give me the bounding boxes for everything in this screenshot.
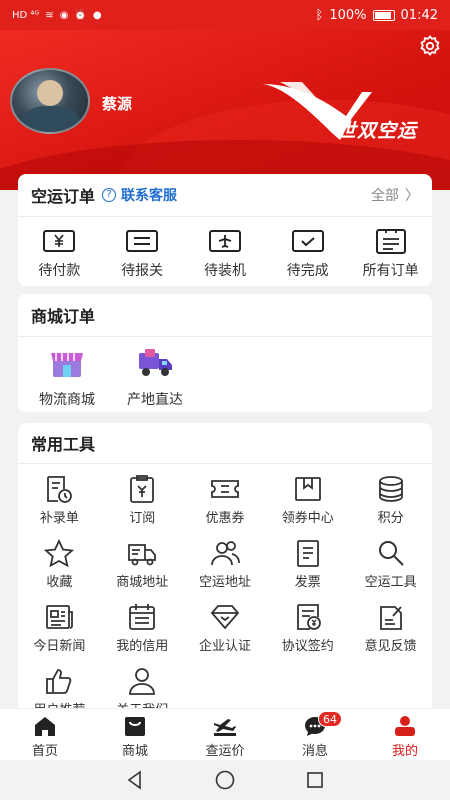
store-icon xyxy=(51,353,83,377)
status-icons-right: ᛒ 100% 01:42 xyxy=(316,8,438,23)
mall-orders-card: 商城订单 物流商城 产地直达 xyxy=(18,294,432,412)
truck-outline-icon xyxy=(128,544,157,566)
eye-icon: ◉ xyxy=(59,9,69,21)
tool-air-address[interactable]: 空运地址 xyxy=(184,538,267,602)
profile-icon xyxy=(395,716,415,736)
tools-grid: 补录单 订阅 优惠券 领券中心 积分 收藏 商城地址 空运地址 发票 空运工具 … xyxy=(18,464,432,730)
people-icon xyxy=(211,541,240,566)
form-clock-icon xyxy=(47,476,73,503)
tool-feedback[interactable]: 意见反馈 xyxy=(349,602,432,666)
check-box-icon xyxy=(291,230,324,252)
chevron-right-icon: 〉 xyxy=(405,188,419,204)
message-icon: ● xyxy=(92,9,102,21)
contract-icon xyxy=(296,604,321,630)
truck-icon xyxy=(139,349,172,376)
tab-mall[interactable]: 商城 xyxy=(90,709,180,760)
tools-card: 常用工具 补录单 订阅 优惠券 领券中心 积分 收藏 商城地址 空运地址 发票 … xyxy=(18,423,432,723)
thumbs-up-icon xyxy=(46,669,72,694)
diamond-icon xyxy=(210,605,240,630)
tab-messages[interactable]: 64 消息 xyxy=(270,709,360,760)
order-pending-complete[interactable]: 待完成 xyxy=(266,227,349,280)
battery-icon xyxy=(372,9,395,21)
air-orders-card: 空运订单 ? 联系客服 全部〉 待付款 待报关 待装机 待完成 所有订单 xyxy=(18,174,432,286)
tool-supplement-order[interactable]: 补录单 xyxy=(18,474,101,538)
back-triangle-icon[interactable] xyxy=(124,769,146,791)
system-nav-bar xyxy=(0,760,450,800)
tool-coupon[interactable]: 优惠券 xyxy=(184,474,267,538)
contact-service-link[interactable]: 联系客服 xyxy=(121,185,177,205)
wifi-icon: ≋ xyxy=(45,9,54,21)
home-icon xyxy=(35,717,55,736)
tool-my-credit[interactable]: 我的信用 xyxy=(101,602,184,666)
tab-freight-rates[interactable]: 查运价 xyxy=(180,709,270,760)
clock-time: 01:42 xyxy=(400,7,438,23)
message-badge: 64 xyxy=(318,711,342,727)
settings-gear-icon[interactable] xyxy=(418,34,442,58)
airplane-freight-icon xyxy=(214,719,236,736)
recents-square-icon[interactable] xyxy=(304,769,326,791)
shopping-bag-icon xyxy=(125,717,145,736)
tool-favorites[interactable]: 收藏 xyxy=(18,538,101,602)
list-icon xyxy=(375,229,406,254)
tool-points[interactable]: 积分 xyxy=(349,474,432,538)
star-icon xyxy=(44,538,75,568)
network-indicator: HD ⁴ᴳ xyxy=(12,9,40,21)
news-icon xyxy=(46,605,74,629)
profile-header: 蔡源 世双空运 xyxy=(0,30,450,190)
username[interactable]: 蔡源 xyxy=(102,93,132,114)
clipboard-yen-icon xyxy=(130,475,155,503)
tab-profile[interactable]: 我的 xyxy=(360,709,450,760)
alarm-icon: ⏰ xyxy=(74,9,87,21)
bottom-tab-bar: 首页 商城 查运价 64 消息 我的 xyxy=(0,708,450,760)
box-icon xyxy=(294,477,321,501)
document-icon xyxy=(126,230,159,252)
coupon-icon xyxy=(211,480,239,498)
user-icon xyxy=(129,668,156,695)
avatar[interactable] xyxy=(10,68,90,134)
invoice-icon xyxy=(296,540,319,567)
order-all[interactable]: 所有订单 xyxy=(349,227,432,280)
brand-name: 世双空运 xyxy=(337,120,418,142)
order-pending-declaration[interactable]: 待报关 xyxy=(101,227,184,280)
all-orders-link[interactable]: 全部〉 xyxy=(371,185,419,205)
mall-item-origin-direct[interactable]: 产地直达 xyxy=(120,345,190,409)
help-icon[interactable]: ? xyxy=(102,188,117,202)
tab-home[interactable]: 首页 xyxy=(0,709,90,760)
home-circle-icon[interactable] xyxy=(214,769,236,791)
tool-enterprise-verify[interactable]: 企业认证 xyxy=(184,602,267,666)
order-pending-payment[interactable]: 待付款 xyxy=(18,227,101,280)
tool-subscribe[interactable]: 订阅 xyxy=(101,474,184,538)
battery-percent: 100% xyxy=(329,7,367,23)
calendar-icon xyxy=(129,604,156,630)
tool-today-news[interactable]: 今日新闻 xyxy=(18,602,101,666)
mall-item-logistics-store[interactable]: 物流商城 xyxy=(32,345,102,409)
tool-coupon-center[interactable]: 领券中心 xyxy=(266,474,349,538)
yen-card-icon xyxy=(43,230,76,252)
search-icon xyxy=(378,541,404,566)
tools-title: 常用工具 xyxy=(31,435,96,454)
plane-icon xyxy=(208,230,241,252)
status-icons-left: HD ⁴ᴳ ≋ ◉ ⏰ ● xyxy=(12,10,102,21)
feedback-icon xyxy=(379,606,402,630)
tool-mall-address[interactable]: 商城地址 xyxy=(101,538,184,602)
order-pending-loading[interactable]: 待装机 xyxy=(184,227,267,280)
status-bar: HD ⁴ᴳ ≋ ◉ ⏰ ● ᛒ 100% 01:42 xyxy=(0,0,450,30)
air-orders-title: 空运订单 xyxy=(31,187,96,206)
order-status-row: 待付款 待报关 待装机 待完成 所有订单 xyxy=(18,217,432,280)
bluetooth-icon: ᛒ xyxy=(315,7,324,23)
mall-orders-title: 商城订单 xyxy=(31,307,96,326)
tool-air-tools[interactable]: 空运工具 xyxy=(349,538,432,602)
tool-invoice[interactable]: 发票 xyxy=(266,538,349,602)
coins-icon xyxy=(378,476,403,502)
tool-agreement-signing[interactable]: 协议签约 xyxy=(266,602,349,666)
